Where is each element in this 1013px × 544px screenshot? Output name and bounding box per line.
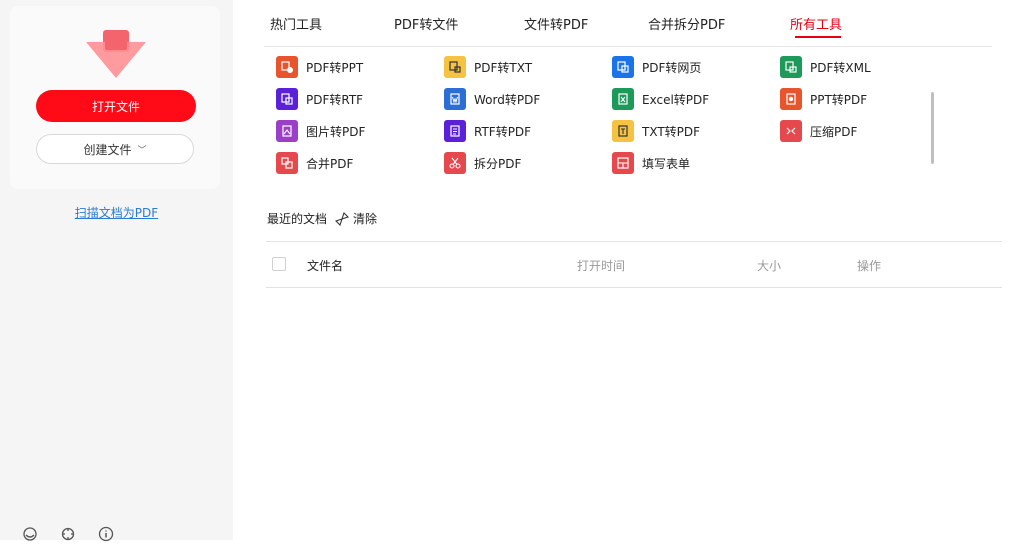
tool-label: 合并PDF xyxy=(306,156,354,171)
tool-compress-pdf[interactable]: 压缩PDF xyxy=(780,120,857,142)
recent-documents-header: 最近的文档 清除 xyxy=(267,210,377,227)
active-tab-indicator xyxy=(795,36,841,38)
pdf-to-ppt-icon xyxy=(276,56,298,78)
column-open-time[interactable]: 打开时间 xyxy=(577,257,625,274)
tool-label: RTF转PDF xyxy=(474,124,532,139)
tool-rtf-to-pdf[interactable]: RTF转PDF xyxy=(444,120,531,142)
tool-label: Word转PDF xyxy=(474,92,541,107)
tool-label: 拆分PDF xyxy=(474,156,522,171)
txt-to-pdf-icon xyxy=(612,120,634,142)
tool-merge-pdf[interactable]: 合并PDF xyxy=(276,152,353,174)
column-size[interactable]: 大小 xyxy=(757,257,781,274)
merge-pdf-icon xyxy=(276,152,298,174)
tool-tabs: 热门工具 PDF转文件 文件转PDF 合并拆分PDF 所有工具 xyxy=(264,0,992,47)
tab-merge-split[interactable]: 合并拆分PDF xyxy=(648,14,725,33)
word-to-pdf-icon xyxy=(444,88,466,110)
tool-label: 填写表单 xyxy=(642,156,691,171)
column-actions: 操作 xyxy=(857,259,882,273)
compress-pdf-icon xyxy=(780,120,802,142)
tool-label: TXT转PDF xyxy=(642,124,701,139)
tool-split-pdf[interactable]: 拆分PDF xyxy=(444,152,521,174)
tool-word-to-pdf[interactable]: Word转PDF xyxy=(444,88,540,110)
ppt-to-pdf-icon xyxy=(780,88,802,110)
pdf-to-web-icon xyxy=(612,56,634,78)
tab-hot-tools[interactable]: 热门工具 xyxy=(270,14,322,33)
recent-table-header: 文件名 打开时间 大小 操作 xyxy=(266,241,1002,288)
split-pdf-icon xyxy=(444,152,466,174)
tools-scrollbar[interactable] xyxy=(931,92,934,164)
info-icon[interactable] xyxy=(96,524,116,544)
broom-icon xyxy=(335,211,350,226)
create-file-label: 创建文件 xyxy=(83,142,132,157)
tool-pdf-to-ppt[interactable]: PDF转PPT xyxy=(276,56,363,78)
clear-button[interactable]: 清除 xyxy=(335,210,377,227)
tool-pdf-to-web[interactable]: PDF转网页 xyxy=(612,56,701,78)
create-file-button[interactable]: 创建文件 ﹀ xyxy=(36,134,194,164)
tool-pdf-to-rtf[interactable]: PDF转RTF xyxy=(276,88,363,110)
tool-fill-form[interactable]: 填写表单 xyxy=(612,152,690,174)
tool-label: PDF转RTF xyxy=(306,92,364,107)
open-file-button[interactable]: 打开文件 xyxy=(36,90,196,122)
excel-to-pdf-icon xyxy=(612,88,634,110)
tool-label: PDF转PPT xyxy=(306,60,364,75)
pdf-to-txt-icon xyxy=(444,56,466,78)
select-all-checkbox[interactable] xyxy=(272,257,286,271)
tab-all-tools[interactable]: 所有工具 xyxy=(790,14,842,33)
image-to-pdf-icon xyxy=(276,120,298,142)
scan-to-pdf-link[interactable]: 扫描文档为PDF xyxy=(0,204,233,221)
tool-label: PPT转PDF xyxy=(810,92,868,107)
tool-label: PDF转XML xyxy=(810,60,871,75)
tool-txt-to-pdf[interactable]: TXT转PDF xyxy=(612,120,700,142)
tab-file-to-pdf[interactable]: 文件转PDF xyxy=(524,14,588,33)
tab-pdf-to-file[interactable]: PDF转文件 xyxy=(394,14,458,33)
chevron-down-icon: ﹀ xyxy=(137,145,147,156)
tool-excel-to-pdf[interactable]: Excel转PDF xyxy=(612,88,709,110)
tool-pdf-to-txt[interactable]: PDF转TXT xyxy=(444,56,532,78)
sidebar: 打开文件 创建文件 ﹀ 扫描文档为PDF xyxy=(0,0,233,542)
open-file-label: 打开文件 xyxy=(91,99,140,114)
action-card: 打开文件 创建文件 ﹀ xyxy=(10,6,220,189)
support-icon[interactable] xyxy=(20,524,40,544)
recent-title: 最近的文档 xyxy=(267,212,328,226)
tool-label: PDF转TXT xyxy=(474,60,533,75)
tool-ppt-to-pdf[interactable]: PPT转PDF xyxy=(780,88,867,110)
tool-label: 图片转PDF xyxy=(306,124,366,139)
tool-image-to-pdf[interactable]: 图片转PDF xyxy=(276,120,365,142)
tool-pdf-to-xml[interactable]: PDF转XML xyxy=(780,56,871,78)
fill-form-icon xyxy=(612,152,634,174)
pdf-to-xml-icon xyxy=(780,56,802,78)
download-arrow-icon xyxy=(86,30,146,78)
tool-label: 压缩PDF xyxy=(810,124,858,139)
rtf-to-pdf-icon xyxy=(444,120,466,142)
tools-grid: PDF转PPT PDF转TXT PDF转网页 PDF转XML PDF转RTF W… xyxy=(276,56,926,184)
footer-icons xyxy=(20,524,116,544)
pdf-to-rtf-icon xyxy=(276,88,298,110)
column-filename[interactable]: 文件名 xyxy=(307,257,343,274)
clear-label: 清除 xyxy=(353,212,378,226)
tool-label: PDF转网页 xyxy=(642,60,702,75)
settings-tools-icon[interactable] xyxy=(58,524,78,544)
tool-label: Excel转PDF xyxy=(642,92,710,107)
